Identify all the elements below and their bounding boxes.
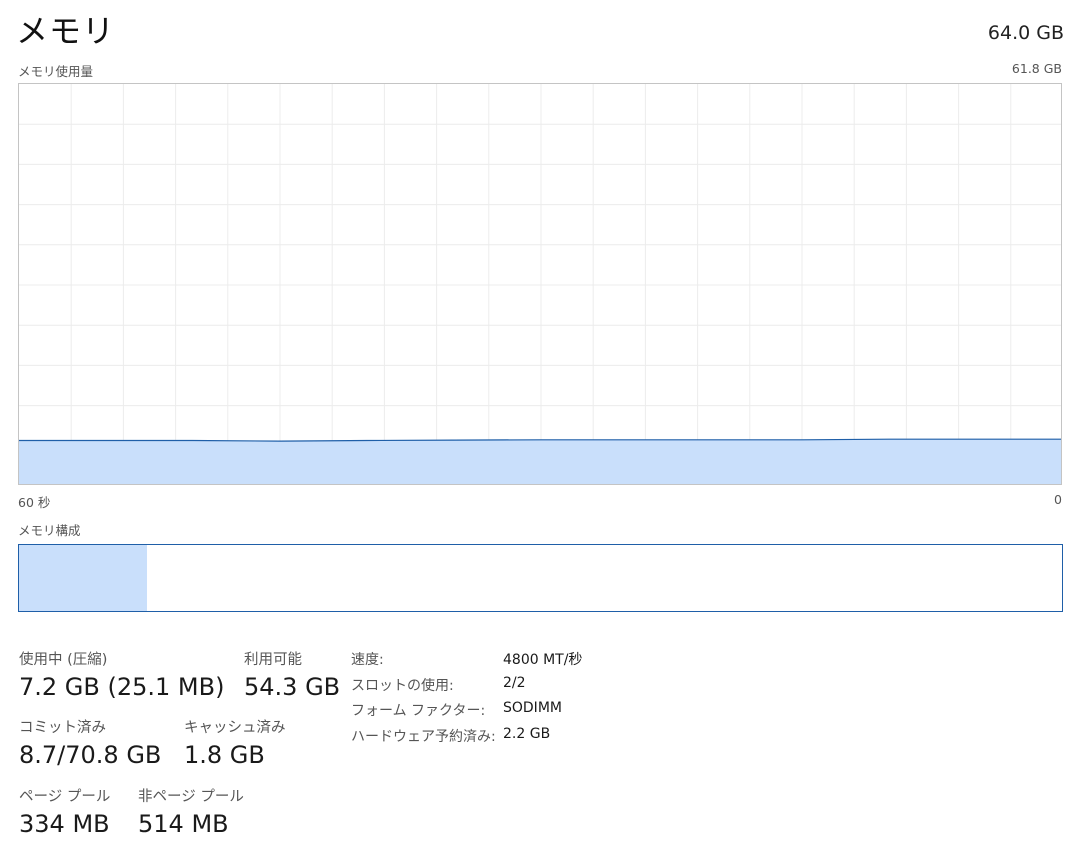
composition-segment[interactable] bbox=[171, 545, 1062, 611]
memory-usage-graph bbox=[18, 83, 1062, 485]
paged-pool-value: 334 MB bbox=[19, 810, 110, 838]
spec-speed-label: 速度: bbox=[351, 652, 384, 668]
spec-reserved-label: ハードウェア予約済み: bbox=[351, 729, 496, 745]
spec-form-factor-label: フォーム ファクター: bbox=[351, 703, 486, 719]
committed-value: 8.7/70.8 GB bbox=[19, 741, 162, 769]
available-label: 利用可能 bbox=[244, 652, 302, 668]
composition-segment[interactable] bbox=[19, 545, 144, 611]
x-axis-start-label: 60 秒 bbox=[18, 495, 51, 510]
nonpaged-pool-label: 非ページ プール bbox=[138, 789, 244, 805]
cached-value: 1.8 GB bbox=[184, 741, 265, 769]
spec-form-factor-value: SODIMM bbox=[503, 700, 562, 716]
memory-composition-bar bbox=[18, 544, 1063, 612]
nonpaged-pool-value: 514 MB bbox=[138, 810, 229, 838]
total-memory: 64.0 GB bbox=[987, 22, 1064, 44]
composition-segment[interactable] bbox=[146, 545, 172, 611]
composition-label: メモリ構成 bbox=[18, 523, 81, 538]
committed-label: コミット済み bbox=[19, 720, 106, 736]
available-value: 54.3 GB bbox=[244, 673, 341, 701]
spec-slots-label: スロットの使用: bbox=[351, 678, 454, 694]
graph-grid bbox=[19, 84, 1061, 484]
in-use-label: 使用中 (圧縮) bbox=[19, 652, 108, 668]
page-title: メモリ bbox=[16, 12, 116, 50]
cached-label: キャッシュ済み bbox=[184, 720, 286, 736]
usage-graph-label: メモリ使用量 bbox=[18, 64, 94, 79]
x-axis-end-label: 0 bbox=[1054, 492, 1062, 507]
spec-slots-value: 2/2 bbox=[503, 675, 526, 691]
memory-usage-chart bbox=[19, 84, 1061, 484]
spec-speed-value: 4800 MT/秒 bbox=[503, 652, 583, 668]
spec-reserved-value: 2.2 GB bbox=[503, 726, 551, 742]
paged-pool-label: ページ プール bbox=[19, 789, 111, 805]
usage-graph-max-label: 61.8 GB bbox=[1011, 61, 1062, 76]
usage-area-fill bbox=[19, 439, 1061, 484]
in-use-value: 7.2 GB (25.1 MB) bbox=[19, 673, 225, 701]
